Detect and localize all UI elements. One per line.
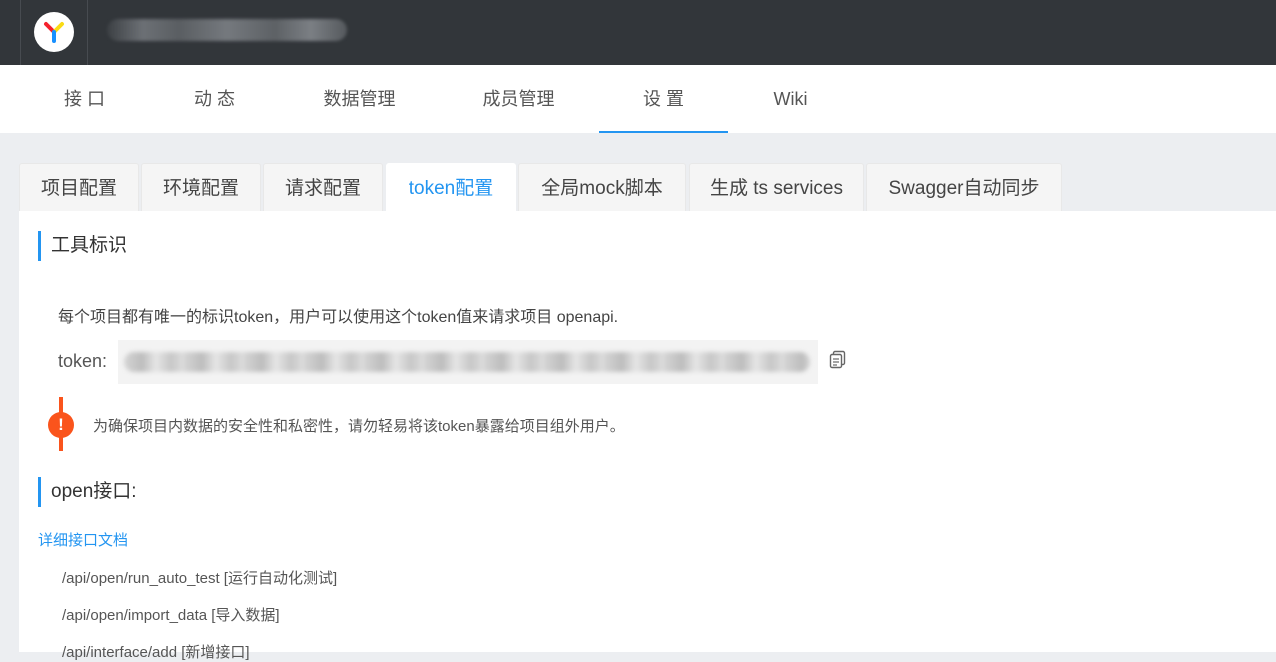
tab-project-config[interactable]: 项目配置 <box>19 163 139 211</box>
nav-active-indicator <box>599 131 728 133</box>
section-title-tool-id: 工具标识 <box>38 231 127 261</box>
api-doc-link[interactable]: 详细接口文档 <box>38 529 128 550</box>
logo-container[interactable] <box>20 0 88 65</box>
token-config-panel: 工具标识 每个项目都有唯一的标识token，用户可以使用这个token值来请求项… <box>19 211 1276 661</box>
api-item-import-data: /api/open/import_data [导入数据] <box>62 607 280 624</box>
project-name-blurred <box>107 19 347 41</box>
tab-generate-ts-services[interactable]: 生成 ts services <box>689 163 864 211</box>
top-bar <box>0 0 1276 65</box>
token-value-blurred <box>124 352 810 372</box>
exclamation-icon: ! <box>48 412 74 438</box>
nav-activity[interactable]: 动 态 <box>150 65 279 133</box>
nav-settings[interactable]: 设 置 <box>599 65 728 133</box>
nav-data-management[interactable]: 数据管理 <box>295 65 424 133</box>
tab-request-config[interactable]: 请求配置 <box>263 163 383 211</box>
nav-interface[interactable]: 接 口 <box>20 65 149 133</box>
token-value-field[interactable] <box>118 340 818 384</box>
api-item-run-auto-test: /api/open/run_auto_test [运行自动化测试] <box>62 570 338 587</box>
yapi-logo-icon[interactable] <box>34 12 74 52</box>
token-description: 每个项目都有唯一的标识token，用户可以使用这个token值来请求项目 ope… <box>58 309 619 326</box>
tab-global-mock-script[interactable]: 全局mock脚本 <box>518 163 686 211</box>
tab-swagger-auto-sync[interactable]: Swagger自动同步 <box>866 163 1062 211</box>
tab-env-config[interactable]: 环境配置 <box>141 163 261 211</box>
token-label: token: <box>58 351 108 371</box>
section-title-open-api: open接口: <box>38 477 137 507</box>
nav-wiki[interactable]: Wiki <box>726 65 855 133</box>
copy-icon[interactable] <box>829 350 847 370</box>
nav-member-management[interactable]: 成员管理 <box>454 65 583 133</box>
tab-token-config[interactable]: token配置 <box>386 163 516 212</box>
warning-text: 为确保项目内数据的安全性和私密性，请勿轻易将该token暴露给项目组外用户。 <box>93 418 625 435</box>
project-nav: 接 口 动 态 数据管理 成员管理 设 置 Wiki <box>0 65 1276 133</box>
